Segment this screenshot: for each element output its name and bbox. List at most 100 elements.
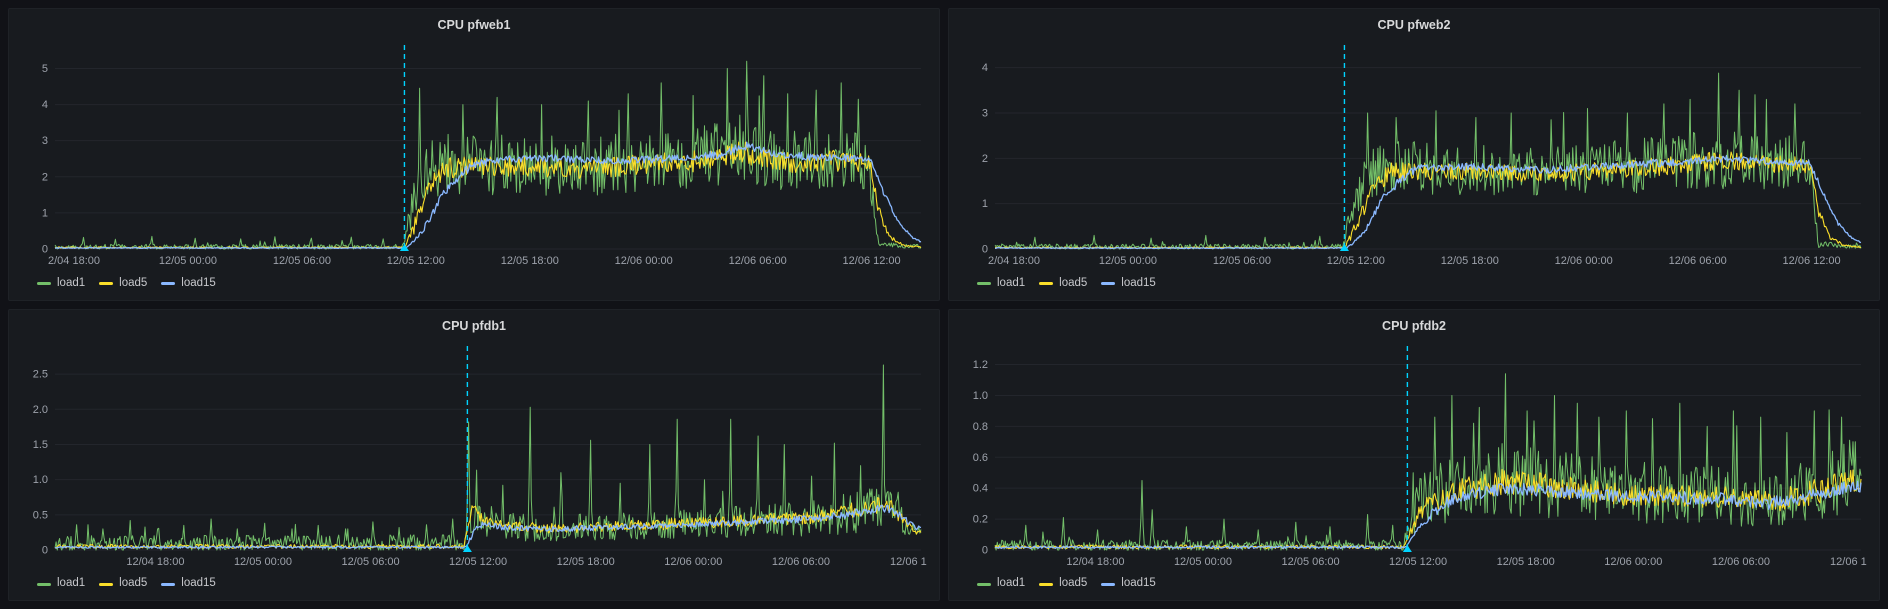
legend-series-marker [1101,583,1115,586]
panel-cpu-pfweb1: CPU pfweb1 0 1 2 3 4 5 2/04 18:00 12/05 00:00 12… [8,8,940,301]
y-axis-tick-label: 1.5 [33,438,48,450]
series-load5 [55,142,921,248]
y-axis-tick-label: 2 [42,171,48,183]
y-axis-tick-label: 0.4 [973,482,988,494]
x-axis-tick-label: 12/06 06:00 [729,255,787,267]
panel-title-cpu-pfweb1[interactable]: CPU pfweb1 [19,13,929,39]
x-axis-tick-label: 12/05 18:00 [1497,556,1555,568]
x-axis-tick-label: 12/05 00:00 [1099,255,1157,267]
legend-series-label: load1 [57,578,85,590]
x-axis-tick-label: 12/05 00:00 [234,556,292,568]
legend-series-marker [99,583,113,586]
legend-item-load15[interactable]: load15 [1101,278,1156,290]
legend-pfdb2: load1 load5 load15 [959,572,1869,596]
chart-canvas[interactable]: 0 1 2 3 4 2/04 18:00 12/05 00:00 12/05 06:00 12/… [959,39,1869,269]
panel-cpu-pfdb1: CPU pfdb1 00.51.01.52.02.512/04 18:0012/… [8,309,940,602]
y-axis-tick-label: 0.2 [973,513,988,525]
time-series-chart-pfdb1[interactable]: 00.51.01.52.02.512/04 18:0012/05 00:0012… [19,340,929,573]
x-axis-tick-label: 12/05 18:00 [501,255,559,267]
legend-series-marker [37,583,51,586]
dashboard-grid: CPU pfweb1 0123452/04 18:0012/05 00:0012… [0,0,1888,609]
legend-series-label: load1 [997,578,1025,590]
legend-series-label: load15 [181,278,216,290]
legend-series-label: load15 [181,578,216,590]
series-load15 [995,156,1861,249]
time-series-chart-pfdb2[interactable]: 00.20.40.60.81.01.212/04 18:0012/05 00:0… [959,340,1869,573]
y-axis-tick-label: 1.0 [33,474,48,486]
x-axis-tick-label: 12/06 00:00 [1604,556,1662,568]
legend-series-label: load1 [997,278,1025,290]
legend-item-load1[interactable]: load1 [37,578,85,590]
x-axis-tick-label: 12/05 06:00 [273,255,331,267]
legend-series-marker [1039,583,1053,586]
panel-title-cpu-pfweb2[interactable]: CPU pfweb2 [959,13,1869,39]
legend-item-load15[interactable]: load15 [161,578,216,590]
legend-item-load15[interactable]: load15 [1101,578,1156,590]
y-axis-tick-label: 4 [42,99,48,111]
y-axis-tick-label: 0.5 [33,509,48,521]
legend-series-label: load5 [119,578,147,590]
legend-item-load5[interactable]: load5 [99,278,147,290]
chart-canvas[interactable]: 00.20.40.60.81.01.212/04 18:0012/05 00:0… [959,340,1869,570]
x-axis-tick-label: 12/06 1 [1830,556,1867,568]
legend-item-load5[interactable]: load5 [1039,278,1087,290]
x-axis-tick-label: 12/06 00:00 [615,255,673,267]
x-axis-tick-label: 12/05 12:00 [449,556,507,568]
y-axis-tick-label: 1.2 [973,359,988,371]
x-axis-tick-label: 12/05 18:00 [1441,255,1499,267]
x-axis-tick-label: 12/05 12:00 [387,255,445,267]
y-axis-tick-label: 0 [42,244,48,256]
x-axis-tick-label: 12/05 06:00 [1213,255,1271,267]
y-axis-tick-label: 0.8 [973,420,988,432]
y-axis-tick-label: 0 [982,244,988,256]
time-series-chart-pfweb2[interactable]: 0 1 2 3 4 2/04 18:00 12/05 00:00 12/05 06:00 12/… [959,39,1869,272]
legend-series-marker [99,282,113,285]
y-axis-tick-label: 3 [982,108,988,120]
x-axis-tick-label: 12/04 18:00 [126,556,184,568]
y-axis-tick-label: 0.6 [973,451,988,463]
legend-pfweb2: load1 load5 load15 [959,272,1869,296]
legend-item-load1[interactable]: load1 [977,278,1025,290]
legend-series-marker [977,282,991,285]
legend-series-marker [1101,282,1115,285]
x-axis-tick-label: 12/05 06:00 [1282,556,1340,568]
y-axis-tick-label: 4 [982,62,988,74]
x-axis-tick-label: 2/04 18:00 [48,255,100,267]
legend-item-load5[interactable]: load5 [99,578,147,590]
y-axis-tick-label: 2 [982,153,988,165]
x-axis-tick-label: 12/05 00:00 [159,255,217,267]
chart-canvas[interactable]: 0 1 2 3 4 5 2/04 18:00 12/05 00:00 12/05 06:00 12… [19,39,929,269]
series-load15 [55,142,921,248]
panel-title-cpu-pfdb1[interactable]: CPU pfdb1 [19,314,929,340]
chart-canvas[interactable]: 00.51.01.52.02.512/04 18:0012/05 00:0012… [19,340,929,570]
legend-item-load15[interactable]: load15 [161,278,216,290]
panel-title-cpu-pfdb2[interactable]: CPU pfdb2 [959,314,1869,340]
legend-item-load1[interactable]: load1 [977,578,1025,590]
y-axis-tick-label: 3 [42,135,48,147]
x-axis-tick-label: 12/05 18:00 [557,556,615,568]
x-axis-tick-label: 12/05 12:00 [1327,255,1385,267]
x-axis-tick-label: 12/06 06:00 [772,556,830,568]
x-axis-tick-label: 12/06 12:00 [1783,255,1841,267]
legend-pfdb1: load1 load5 load15 [19,572,929,596]
x-axis-tick-label: 12/06 00:00 [1555,255,1613,267]
time-series-chart-pfweb1[interactable]: 0 1 2 3 4 5 2/04 18:00 12/05 00:00 12/05 06:00 12… [19,39,929,272]
y-axis-tick-label: 1 [42,207,48,219]
legend-pfweb1: load1 load5 load15 [19,272,929,296]
x-axis-tick-label: 12/05 00:00 [1174,556,1232,568]
x-axis-tick-label: 12/06 06:00 [1712,556,1770,568]
x-axis-tick-label: 12/06 12:00 [843,255,901,267]
x-axis-tick-label: 2/04 18:00 [988,255,1040,267]
legend-item-load1[interactable]: load1 [37,278,85,290]
y-axis-tick-label: 5 [42,63,48,75]
y-axis-tick-label: 1 [982,198,988,210]
y-axis-tick-label: 1.0 [973,389,988,401]
legend-item-load5[interactable]: load5 [1039,578,1087,590]
legend-series-label: load5 [1059,278,1087,290]
legend-series-label: load15 [1121,578,1156,590]
panel-cpu-pfdb2: CPU pfdb2 00.20.40.60.81.01.212/04 18:00… [948,309,1880,602]
legend-series-label: load1 [57,278,85,290]
legend-series-marker [1039,282,1053,285]
x-axis-tick-label: 12/05 06:00 [342,556,400,568]
y-axis-tick-label: 2.5 [33,368,48,380]
